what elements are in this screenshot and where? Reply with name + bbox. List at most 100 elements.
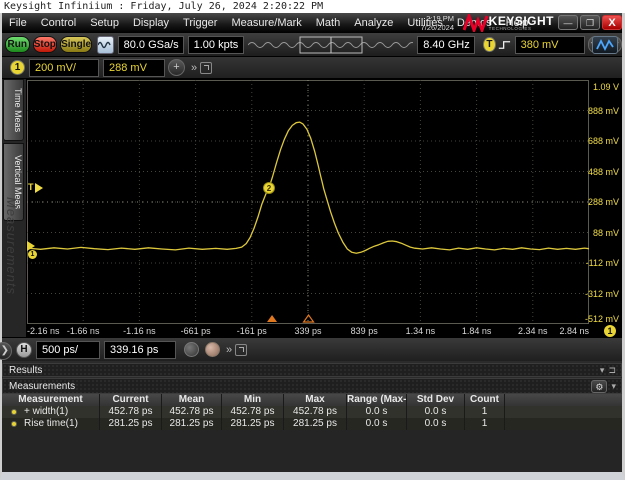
channel-color-dot bbox=[11, 409, 17, 415]
left-sidebar: Time Meas Vertical Meas Measurements bbox=[2, 79, 26, 337]
voltage-label: -112 mV bbox=[583, 258, 619, 268]
add-waveform-button[interactable]: + bbox=[168, 59, 185, 76]
blue-waveform-icon bbox=[596, 39, 614, 51]
horizontal-knob-icon[interactable] bbox=[184, 342, 199, 357]
menu-bar: File Control Setup Display Trigger Measu… bbox=[2, 13, 622, 33]
keysight-logo: KEYSIGHT TECHNOLOGIES bbox=[463, 13, 554, 33]
horizontal-badge[interactable]: H bbox=[16, 342, 32, 358]
menu-trigger[interactable]: Trigger bbox=[176, 17, 224, 29]
menu-display[interactable]: Display bbox=[126, 17, 176, 29]
run-button[interactable]: Run bbox=[5, 36, 30, 53]
close-button[interactable]: X bbox=[602, 15, 622, 30]
tab-time-meas[interactable]: Time Meas bbox=[3, 79, 24, 141]
voltage-label: 888 mV bbox=[583, 106, 619, 116]
measurements-title: Measurements bbox=[9, 381, 75, 392]
clock-date: 7/26/2024 bbox=[421, 23, 454, 32]
timebase-position-field[interactable]: 339.16 ps bbox=[104, 341, 176, 359]
time-label: -2.16 ns bbox=[27, 326, 60, 336]
trigger-level-field[interactable]: 380 mV bbox=[515, 36, 585, 54]
time-label: -1.16 ns bbox=[117, 326, 161, 336]
gear-icon[interactable]: ⚙ bbox=[591, 380, 607, 393]
col-max: Max bbox=[284, 394, 347, 406]
table-row[interactable]: + width(1) 452.78 ps 452.78 ps 452.78 ps… bbox=[2, 406, 622, 418]
table-header-row: Measurement Current Mean Min Max Range (… bbox=[2, 394, 622, 406]
results-empty-area bbox=[2, 430, 622, 472]
time-label: 839 ps bbox=[342, 326, 386, 336]
measurements-watermark: Measurements bbox=[4, 197, 19, 295]
position-knob-icon[interactable] bbox=[205, 342, 220, 357]
trigger-level-marker[interactable]: T bbox=[28, 182, 34, 192]
horizontal-expand-button[interactable]: » bbox=[226, 344, 230, 356]
col-current: Current bbox=[100, 394, 162, 406]
rising-edge-icon bbox=[498, 38, 511, 52]
time-label: 1.34 ns bbox=[398, 326, 442, 336]
annotation-button[interactable] bbox=[592, 36, 618, 54]
col-range: Range (Max-Min) bbox=[347, 394, 407, 406]
maximize-button[interactable]: ❐ bbox=[580, 15, 600, 30]
results-pin-icon[interactable]: ⊐ bbox=[608, 365, 616, 376]
menu-file[interactable]: File bbox=[2, 17, 34, 29]
clock: 2:19 PM 7/26/2024 bbox=[421, 14, 454, 32]
menu-control[interactable]: Control bbox=[34, 17, 83, 29]
col-measurement: Measurement bbox=[2, 394, 100, 406]
voltage-label: 288 mV bbox=[583, 197, 619, 207]
voltage-label: 688 mV bbox=[583, 136, 619, 146]
app-window: File Control Setup Display Trigger Measu… bbox=[0, 13, 625, 480]
keysight-spark-icon bbox=[463, 14, 489, 32]
voltage-label: 88 mV bbox=[583, 228, 619, 238]
col-count: Count bbox=[465, 394, 505, 406]
results-collapse-icon[interactable]: ▾ bbox=[600, 365, 605, 376]
channel-1-badge[interactable]: 1 bbox=[10, 60, 25, 75]
channel-offset-field[interactable]: 288 mV bbox=[103, 59, 165, 77]
col-mean: Mean bbox=[162, 394, 222, 406]
memory-depth-field[interactable]: 1.00 kpts bbox=[188, 36, 245, 54]
voltage-label: -312 mV bbox=[583, 289, 619, 299]
measurements-collapse-icon[interactable]: ▾ bbox=[611, 381, 616, 392]
menu-setup[interactable]: Setup bbox=[83, 17, 126, 29]
time-label: 339 ps bbox=[286, 326, 330, 336]
brand-name: KEYSIGHT bbox=[489, 16, 554, 26]
clock-time: 2:19 PM bbox=[421, 14, 454, 23]
col-min: Min bbox=[222, 394, 284, 406]
waveform-icon bbox=[98, 40, 112, 50]
voltage-label: -512 mV bbox=[583, 314, 619, 324]
results-panel-header[interactable]: Results ▾ ⊐ bbox=[2, 363, 622, 377]
measurements-panel-header[interactable]: Measurements ⚙ ▾ bbox=[2, 378, 622, 394]
horizontal-bar: ❯ H 500 ps/ 339.16 ps » bbox=[2, 337, 622, 361]
time-label: 1.84 ns bbox=[455, 326, 499, 336]
menu-measure-mark[interactable]: Measure/Mark bbox=[224, 17, 308, 29]
stop-button[interactable]: Stop bbox=[33, 36, 58, 53]
time-label: -1.66 ns bbox=[61, 326, 105, 336]
acquisition-settings-button[interactable] bbox=[97, 36, 114, 54]
channel-1-axis-badge: 1 bbox=[604, 325, 616, 337]
measurements-table: Measurement Current Mean Min Max Range (… bbox=[2, 394, 622, 430]
acquisition-toolbar: Run Stop Single 80.0 GSa/s 1.00 kpts 8.4… bbox=[2, 33, 622, 57]
panel-expander-button[interactable]: ❯ bbox=[0, 342, 12, 360]
horizontal-popout-icon[interactable] bbox=[235, 344, 247, 356]
waveform-plot[interactable]: 2 bbox=[27, 80, 589, 324]
channel-popout-icon[interactable] bbox=[200, 62, 212, 74]
channel-bar: 1 200 mV/ 288 mV + » bbox=[2, 57, 622, 79]
sample-rate-field[interactable]: 80.0 GSa/s bbox=[118, 36, 184, 54]
results-title: Results bbox=[9, 365, 42, 376]
timebase-preview[interactable] bbox=[248, 36, 413, 54]
bandwidth-field[interactable]: 8.40 GHz bbox=[417, 36, 475, 54]
screen: { "desktop": { "window_caption": "Keysig… bbox=[0, 0, 625, 480]
minimize-button[interactable]: — bbox=[558, 15, 578, 30]
scope-display: Time Meas Vertical Meas Measurements 2 1… bbox=[2, 79, 622, 337]
timebase-scale-field[interactable]: 500 ps/ bbox=[36, 341, 100, 359]
menu-analyze[interactable]: Analyze bbox=[347, 17, 400, 29]
trigger-badge[interactable]: T bbox=[483, 37, 495, 52]
menu-math[interactable]: Math bbox=[309, 17, 347, 29]
channel-scale-field[interactable]: 200 mV/ bbox=[29, 59, 99, 77]
voltage-label: 488 mV bbox=[583, 167, 619, 177]
channel-expand-button[interactable]: » bbox=[191, 62, 195, 74]
time-label: -661 ps bbox=[174, 326, 218, 336]
table-row[interactable]: Rise time(1) 281.25 ps 281.25 ps 281.25 … bbox=[2, 418, 622, 430]
window-caption: Keysight Infiniium : Friday, July 26, 20… bbox=[4, 1, 323, 12]
single-button[interactable]: Single bbox=[60, 36, 92, 53]
svg-text:2: 2 bbox=[267, 184, 272, 193]
time-label: 2.84 ns bbox=[549, 326, 589, 336]
col-stddev: Std Dev bbox=[407, 394, 465, 406]
trigger-level-arrow-icon bbox=[35, 183, 43, 193]
